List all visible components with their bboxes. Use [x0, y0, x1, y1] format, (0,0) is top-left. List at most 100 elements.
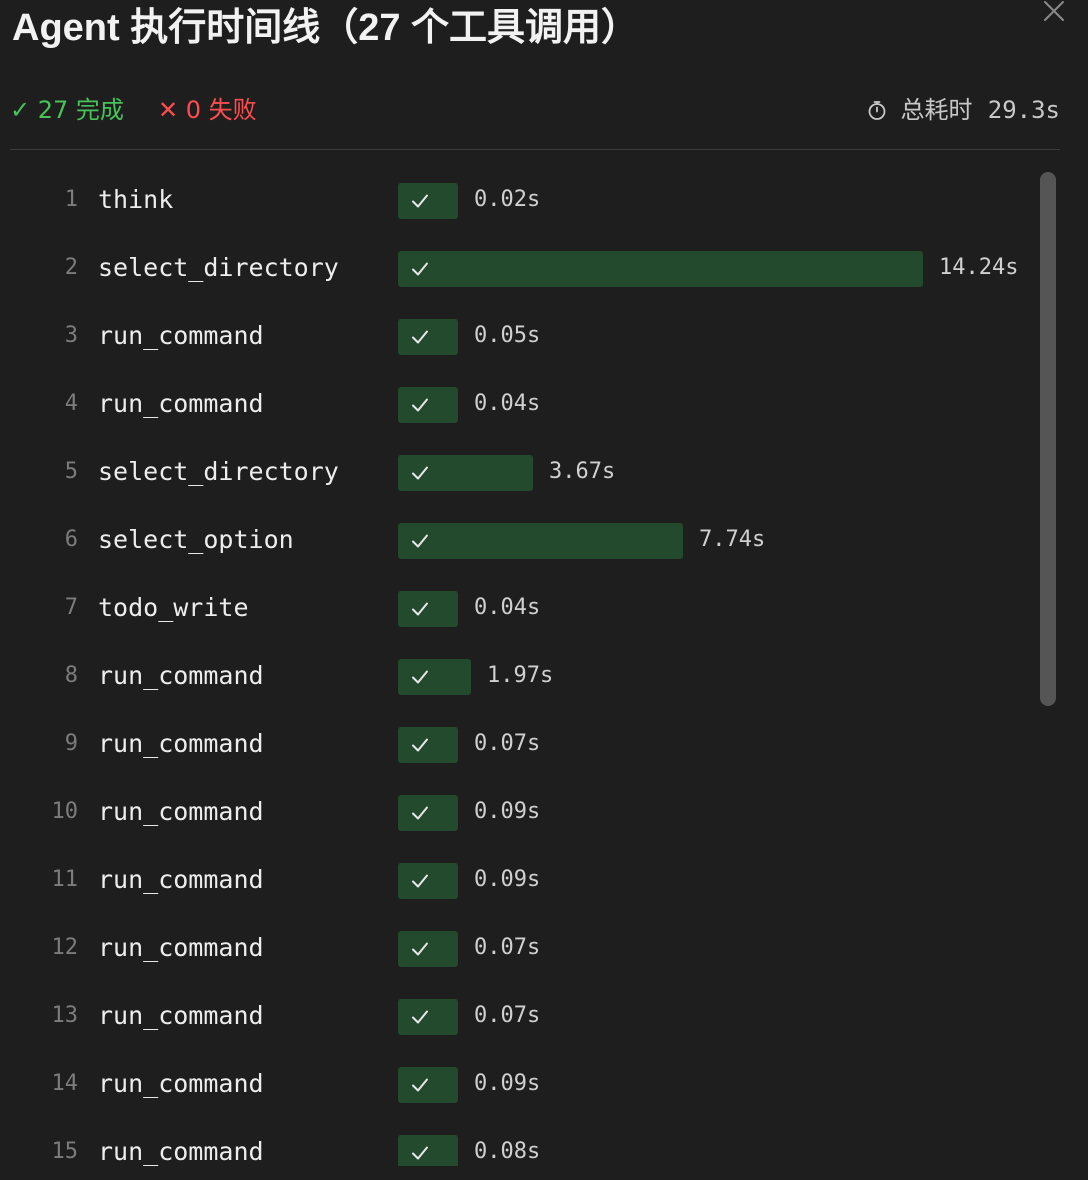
tool-call-index: 3 [64, 323, 78, 348]
completed-count: ✓ 27 完成 [10, 96, 124, 124]
tool-call-row[interactable]: 12 run_command 0.07s [0, 914, 1030, 982]
close-icon [1044, 1, 1064, 21]
check-icon [412, 1078, 428, 1092]
duration-bar[interactable] [398, 387, 458, 423]
duration-label: 0.07s [474, 935, 541, 960]
tool-call-row[interactable]: 13 run_command 0.07s [0, 982, 1030, 1050]
tool-call-name: select_directory [98, 457, 339, 486]
tool-call-index: 1 [64, 187, 78, 212]
timeline-panel: Agent 执行时间线（27 个工具调用） ✓ 27 完成 ✕ 0 失败 总耗时… [0, 0, 1088, 1180]
tool-call-index: 10 [51, 799, 79, 824]
panel-title: Agent 执行时间线（27 个工具调用） [12, 7, 640, 49]
tool-call-row[interactable]: 3 run_command 0.05s [0, 302, 1030, 370]
tool-call-name: run_command [98, 933, 264, 962]
duration-bar[interactable] [398, 727, 458, 763]
duration-label: 14.24s [939, 255, 1019, 280]
duration-bar[interactable] [398, 183, 458, 219]
duration-label: 0.09s [474, 1071, 541, 1096]
tool-call-name: run_command [98, 661, 264, 690]
duration-label: 1.97s [487, 663, 554, 688]
check-icon [412, 942, 428, 956]
duration-label: 0.09s [474, 867, 541, 892]
tool-call-row[interactable]: 8 run_command 1.97s [0, 642, 1030, 710]
duration-bar[interactable] [398, 523, 683, 559]
tool-call-row[interactable]: 5 select_directory 3.67s [0, 438, 1030, 506]
check-icon [412, 534, 428, 548]
tool-call-index: 8 [64, 663, 78, 688]
tool-call-row[interactable]: 4 run_command 0.04s [0, 370, 1030, 438]
total-duration: 总耗时 29.3s [866, 90, 1060, 130]
tool-call-name: think [98, 185, 174, 214]
tool-call-index: 5 [64, 459, 78, 484]
tool-call-name: run_command [98, 1069, 264, 1098]
tool-call-index: 12 [51, 935, 79, 960]
tool-call-name: run_command [98, 797, 264, 826]
duration-bar[interactable] [398, 795, 458, 831]
divider [10, 149, 1060, 150]
duration-label: 0.02s [474, 187, 541, 212]
tool-call-row[interactable]: 15 run_command 0.08s [0, 1118, 1030, 1166]
tool-call-name: run_command [98, 389, 264, 418]
tool-call-name: todo_write [98, 593, 249, 622]
tool-call-name: run_command [98, 321, 264, 350]
failed-count: ✕ 0 失败 [158, 96, 257, 124]
tool-call-name: run_command [98, 729, 264, 758]
tool-call-index: 15 [51, 1139, 79, 1164]
check-icon [412, 738, 428, 752]
tool-call-index: 14 [51, 1071, 79, 1096]
scrollbar-thumb[interactable] [1040, 172, 1056, 706]
tool-call-name: select_option [98, 525, 294, 554]
tool-call-row[interactable]: 9 run_command 0.07s [0, 710, 1030, 778]
check-icon [412, 602, 428, 616]
tool-call-row[interactable]: 14 run_command 0.09s [0, 1050, 1030, 1118]
summary-bar: ✓ 27 完成 ✕ 0 失败 总耗时 29.3s [10, 90, 1060, 130]
duration-label: 0.08s [474, 1139, 541, 1164]
check-icon [412, 1146, 428, 1160]
total-duration-value: 29.3s [987, 96, 1060, 124]
check-icon [412, 874, 428, 888]
check-icon [412, 262, 428, 276]
duration-bar[interactable] [398, 863, 458, 899]
tool-call-row[interactable]: 6 select_option 7.74s [0, 506, 1030, 574]
duration-bar[interactable] [398, 931, 458, 967]
check-icon [412, 1010, 428, 1024]
tool-call-index: 6 [64, 527, 78, 552]
check-icon [412, 330, 428, 344]
duration-label: 0.07s [474, 1003, 541, 1028]
duration-label: 0.07s [474, 731, 541, 756]
tool-call-row[interactable]: 7 todo_write 0.04s [0, 574, 1030, 642]
check-icon [412, 806, 428, 820]
duration-bar[interactable] [398, 251, 923, 287]
tool-call-row[interactable]: 10 run_command 0.09s [0, 778, 1030, 846]
tool-call-row[interactable]: 2 select_directory 14.24s [0, 234, 1030, 302]
tool-call-list: 1 think 0.02s 2 select_directory 14.24s 3 run_c… [0, 166, 1030, 1166]
tool-call-name: run_command [98, 1137, 264, 1166]
tool-call-index: 2 [64, 255, 78, 280]
duration-label: 0.05s [474, 323, 541, 348]
duration-label: 0.04s [474, 391, 541, 416]
tool-call-index: 13 [51, 1003, 79, 1028]
duration-label: 7.74s [699, 527, 766, 552]
close-button[interactable] [1042, 0, 1070, 24]
tool-call-row[interactable]: 1 think 0.02s [0, 166, 1030, 234]
total-duration-label: 总耗时 [900, 96, 973, 124]
tool-call-index: 9 [64, 731, 78, 756]
duration-label: 0.04s [474, 595, 541, 620]
tool-call-index: 7 [64, 595, 78, 620]
check-icon [412, 670, 428, 684]
duration-bar[interactable] [398, 1135, 458, 1166]
tool-call-row[interactable]: 11 run_command 0.09s [0, 846, 1030, 914]
stopwatch-icon [869, 101, 886, 120]
duration-bar[interactable] [398, 1067, 458, 1103]
check-icon [412, 466, 428, 480]
duration-bar[interactable] [398, 591, 458, 627]
tool-call-name: run_command [98, 1001, 264, 1030]
check-icon [412, 194, 428, 208]
duration-bar[interactable] [398, 999, 458, 1035]
duration-bar[interactable] [398, 319, 458, 355]
duration-bar[interactable] [398, 659, 471, 695]
duration-label: 3.67s [549, 459, 616, 484]
tool-call-name: select_directory [98, 253, 339, 282]
duration-bar[interactable] [398, 455, 533, 491]
tool-call-index: 4 [64, 391, 78, 416]
